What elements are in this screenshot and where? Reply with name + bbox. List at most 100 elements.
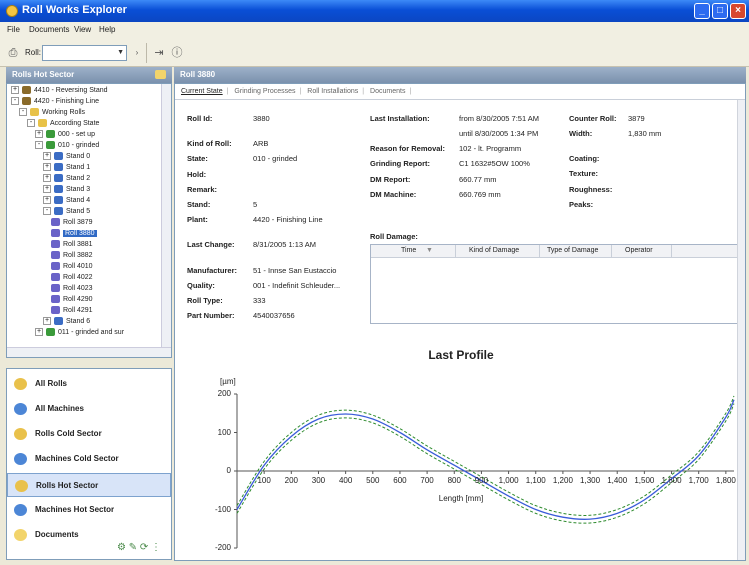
tree-item[interactable]: - Working Rolls — [19, 108, 85, 118]
expand-icon[interactable]: + — [43, 174, 51, 183]
nav-item[interactable]: Machines Cold Sector — [7, 447, 171, 471]
tree-item[interactable]: Roll 3882 — [51, 251, 93, 261]
expand-icon[interactable]: + — [11, 86, 19, 95]
menu-file[interactable]: File — [7, 25, 20, 34]
manufacturer-label: Manufacturer: — [187, 266, 238, 275]
column-operator[interactable]: Operator — [625, 247, 653, 254]
nav-item[interactable]: All Machines — [7, 397, 171, 421]
menu-documents[interactable]: Documents — [29, 25, 69, 34]
tree-item[interactable]: + Stand 1 — [43, 163, 90, 173]
navigation-pane: ⚙ ✎ ⟳ ⋮ All Rolls All Machines Rolls Cold … — [6, 368, 172, 560]
tree-node-icon — [54, 163, 63, 172]
column-kind-of-damage[interactable]: Kind of Damage — [469, 247, 519, 254]
tree-item[interactable]: +4410 - Reversing Stand — [11, 86, 108, 96]
column-type-of-damage[interactable]: Type of Damage — [547, 247, 598, 254]
tree-item[interactable]: Roll 3879 — [51, 218, 93, 228]
x-tick-label: 1,000 — [498, 476, 519, 485]
tab-roll-installations[interactable]: Roll Installations — [305, 84, 360, 100]
nav-item[interactable]: Machines Hot Sector — [7, 498, 171, 522]
roll-damage-table[interactable]: Time ▼ Kind of Damage Type of Damage Ope… — [370, 244, 738, 324]
tree-item[interactable]: Roll 4023 — [51, 284, 93, 294]
last-change-label: Last Change: — [187, 240, 235, 249]
tree-item[interactable]: + Stand 2 — [43, 174, 90, 184]
expand-icon[interactable]: + — [43, 185, 51, 194]
tree-node-icon — [54, 185, 63, 194]
nav-item[interactable]: All Rolls — [7, 372, 171, 396]
sort-icon[interactable]: ▼ — [426, 247, 433, 254]
go-arrow-icon[interactable]: › — [130, 46, 144, 60]
dm-report-value: 660.77 mm — [459, 175, 497, 184]
close-button[interactable]: × — [730, 3, 746, 19]
folder-icon[interactable] — [155, 70, 166, 79]
x-tick-label: 1,400 — [607, 476, 628, 485]
tree-vertical-scrollbar[interactable] — [161, 84, 171, 357]
tree-item-label: Stand 0 — [66, 153, 91, 160]
expand-icon[interactable]: + — [35, 130, 43, 139]
expand-icon[interactable]: + — [43, 196, 51, 205]
kind-of-roll-label: Kind of Roll: — [187, 139, 232, 148]
nav-item-label: All Machines — [35, 404, 84, 413]
tree-item[interactable]: - Stand 5 — [43, 207, 90, 217]
export-icon[interactable]: ⇥ — [152, 46, 166, 60]
tree-item[interactable]: +000 - set up — [35, 130, 95, 140]
profile-chart-svg — [234, 393, 735, 549]
roll-tree-view[interactable]: +4410 - Reversing Stand -4420 - Finishing… — [6, 83, 172, 358]
x-tick-label: 1,300 — [580, 476, 601, 485]
tab-current-state[interactable]: Current State — [179, 84, 225, 100]
roll-combobox[interactable]: ▼ — [42, 45, 127, 61]
window-title: Roll Works Explorer — [22, 4, 127, 16]
tree-item[interactable]: Roll 4290 — [51, 295, 93, 305]
minimize-button[interactable]: _ — [694, 3, 710, 19]
tree-node-icon — [30, 108, 39, 117]
expand-icon[interactable]: + — [43, 163, 51, 172]
menu-help[interactable]: Help — [99, 25, 115, 34]
tree-item[interactable]: + Stand 0 — [43, 152, 90, 162]
collapse-icon[interactable]: - — [27, 119, 35, 128]
tree-item[interactable]: Roll 4291 — [51, 306, 93, 316]
tree-item[interactable]: - According State — [27, 119, 99, 129]
tab-grinding-processes[interactable]: Grinding Processes — [232, 84, 297, 100]
tree-node-icon — [46, 130, 55, 139]
nav-item[interactable]: Rolls Hot Sector — [7, 473, 171, 497]
tree-item[interactable]: Roll 4010 — [51, 262, 93, 272]
tree-node-icon — [51, 295, 60, 304]
column-time[interactable]: Time — [401, 247, 416, 254]
nav-item[interactable]: Documents — [7, 523, 171, 547]
expand-icon[interactable]: + — [35, 328, 43, 337]
collapse-icon[interactable]: - — [43, 207, 51, 216]
hold-label: Hold: — [187, 170, 207, 179]
tab-documents[interactable]: Documents — [368, 84, 407, 100]
tree-item-label: Roll 4290 — [63, 296, 93, 303]
tree-item[interactable]: Roll 4022 — [51, 273, 93, 283]
chevron-down-icon[interactable]: ▼ — [117, 49, 124, 56]
tree-node-icon — [51, 262, 60, 271]
toolbar: ⎙ Roll: ▼ › ⇥ ⓘ — [0, 39, 749, 67]
collapse-icon[interactable]: - — [35, 141, 43, 150]
tree-item-label: Stand 3 — [66, 186, 91, 193]
tree-item[interactable]: Roll 3880 — [51, 229, 97, 239]
collapse-icon[interactable]: - — [11, 97, 19, 106]
menu-view[interactable]: View — [74, 25, 91, 34]
tree-item[interactable]: - 4420 - Finishing Line — [11, 97, 99, 107]
nav-item[interactable]: Rolls Cold Sector — [7, 422, 171, 446]
tree-item[interactable]: + Stand 6 — [43, 317, 90, 327]
print-icon[interactable]: ⎙ — [6, 46, 20, 60]
tree-item[interactable]: Roll 3881 — [51, 240, 93, 250]
collapse-icon[interactable]: - — [19, 108, 27, 117]
tree-item[interactable]: + Stand 3 — [43, 185, 90, 195]
tree-item[interactable]: + Stand 4 — [43, 196, 90, 206]
expand-icon[interactable]: + — [43, 317, 51, 326]
state-value: 010 - grinded — [253, 154, 298, 163]
maximize-button[interactable]: □ — [712, 3, 728, 19]
tree-item[interactable]: - 010 - grinded — [35, 141, 99, 151]
main-vertical-scrollbar[interactable] — [737, 100, 745, 560]
info-icon[interactable]: ⓘ — [170, 46, 184, 60]
tree-horizontal-scrollbar[interactable] — [7, 347, 171, 357]
tree-item-label: Stand 1 — [66, 164, 91, 171]
roll-id-value: 3880 — [253, 114, 270, 123]
expand-icon[interactable]: + — [43, 152, 51, 161]
tree-item[interactable]: +011 - grinded and sur — [35, 328, 124, 338]
tree-item-label: Roll 3879 — [63, 219, 93, 226]
nav-item-label: Machines Hot Sector — [35, 505, 115, 514]
tree-item-label: 000 - set up — [58, 131, 95, 138]
